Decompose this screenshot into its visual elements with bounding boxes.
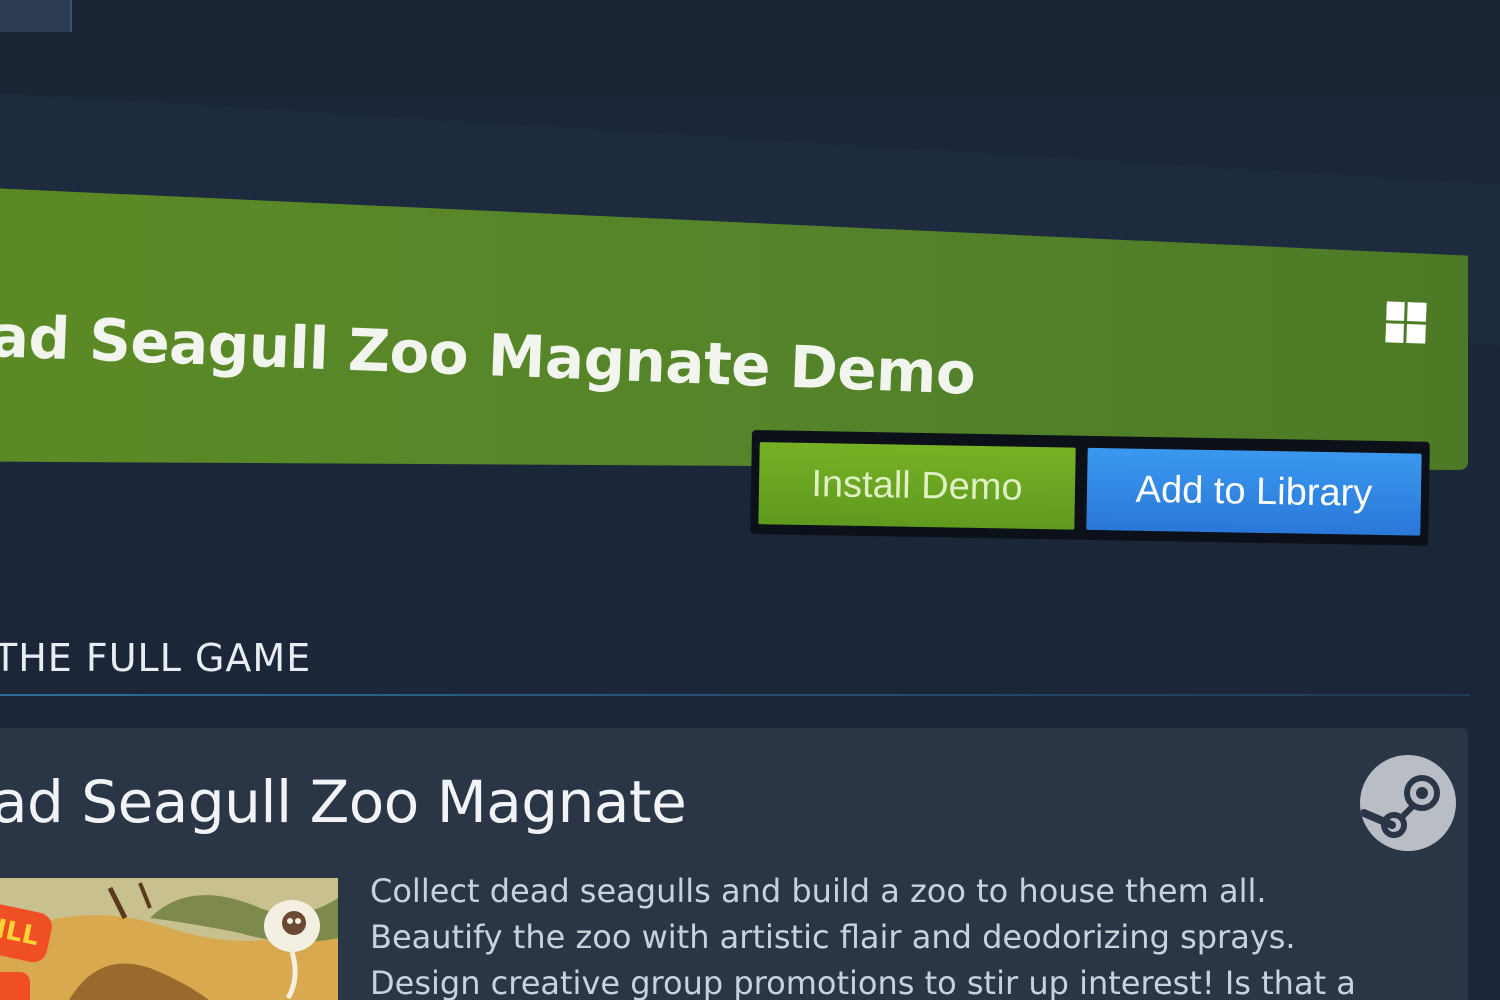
full-game-title[interactable]: ad Seagull Zoo Magnate [0, 768, 687, 836]
section-divider [0, 694, 1470, 696]
top-tab[interactable] [0, 0, 72, 32]
top-bar [0, 0, 1500, 95]
add-to-library-button[interactable]: Add to Library [1086, 447, 1422, 536]
windows-icon [1385, 301, 1427, 344]
steam-icon [1360, 755, 1456, 851]
install-demo-button[interactable]: Install Demo [758, 442, 1076, 530]
full-game-description: Collect dead seagulls and build a zoo to… [370, 868, 1450, 1000]
description-line: Beautify the zoo with artistic flair and… [370, 918, 1296, 956]
demo-action-group: Install Demo Add to Library [750, 430, 1430, 546]
description-line: Collect dead seagulls and build a zoo to… [370, 872, 1267, 910]
game-capsule-image[interactable]: ILL [0, 878, 338, 1000]
store-page: ad Seagull Zoo Magnate Demo Install Demo… [0, 0, 1500, 1000]
description-line: Design creative group promotions to stir… [370, 964, 1356, 1000]
full-game-section-header: THE FULL GAME [0, 636, 312, 680]
